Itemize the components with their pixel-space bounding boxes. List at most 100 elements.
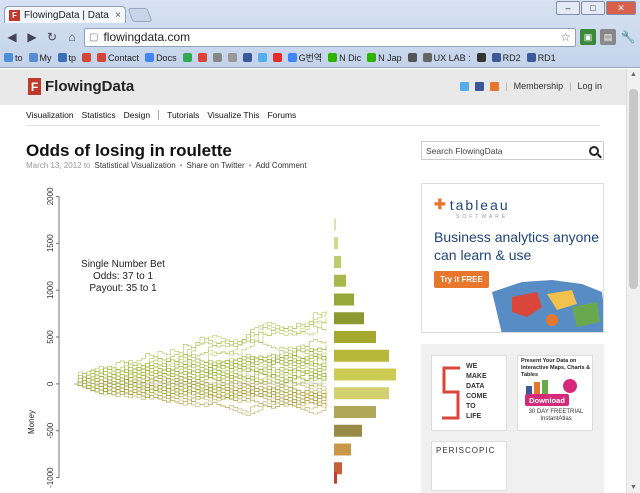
toolbar: ◀ ▶ ↻ ⌂ ▢ flowingdata.com ☆ ▣ ▤ 🔧 (0, 26, 640, 48)
nav-item-statistics[interactable]: Statistics (82, 110, 116, 120)
histogram-bar (334, 424, 362, 437)
roulette-chart: -1000 -500 0 500 1000 1500 2000 Single Number … (27, 187, 396, 488)
histogram-bar (334, 368, 396, 381)
extension-icon[interactable]: ▣ (580, 29, 596, 45)
ad-text: Present Your Data on Interactive Maps, C… (521, 358, 591, 378)
forward-arrow-icon[interactable]: ▶ (24, 29, 40, 45)
y-tick-label: 500 (46, 330, 55, 344)
close-window-button[interactable]: ✕ (606, 1, 636, 15)
facebook-icon[interactable] (475, 81, 485, 91)
nav-item-forums[interactable]: Forums (267, 110, 296, 120)
reload-icon[interactable]: ↻ (44, 29, 60, 45)
bookmark-icon (272, 53, 282, 62)
tableau-ad[interactable]: ✚ tableau SOFTWARE Business analytics an… (421, 183, 604, 333)
bookmark-label: N Dic (339, 52, 362, 63)
ad-grid: WE MAKE DATA COME TO LIFE Present Your Data o… (421, 344, 604, 493)
search-icon[interactable] (589, 145, 599, 156)
ad-word: TO (466, 403, 476, 410)
nav-item-tutorials[interactable]: Tutorials (167, 110, 199, 120)
histogram-bar (334, 312, 364, 325)
scroll-thumb[interactable] (629, 89, 638, 289)
header-links: | Membership | Log in (460, 81, 602, 91)
ad-periscopic[interactable]: PERISCOPIC (431, 441, 507, 491)
bookmark-label: Contact (108, 52, 140, 63)
login-link[interactable]: Log in (577, 81, 602, 91)
bookmark-icon (4, 53, 13, 62)
web-page: F FlowingData | Membership | Log in Visu… (0, 69, 626, 493)
world-map-icon (492, 280, 603, 332)
ad-make-data[interactable]: WE MAKE DATA COME TO LIFE (431, 355, 507, 431)
rss-icon[interactable] (490, 81, 500, 91)
membership-link[interactable]: Membership (514, 81, 564, 91)
bookmark-item[interactable] (476, 53, 486, 62)
periscopic-brand: PERISCOPIC (436, 446, 496, 455)
bookmark-icon (182, 53, 192, 62)
bookmark-item[interactable]: Contact (97, 53, 139, 63)
tableau-plus-icon: ✚ (434, 196, 446, 212)
bookmark-item[interactable] (212, 53, 222, 62)
twitter-icon[interactable] (460, 81, 470, 91)
bookmark-item[interactable]: G번역 (287, 51, 322, 64)
post-date: March 13, 2012 to (26, 161, 91, 170)
bookmark-item[interactable] (197, 53, 207, 62)
histogram-bar (334, 331, 376, 343)
bookmark-item[interactable]: N Dic (328, 53, 361, 63)
bookmark-item[interactable]: N Jap (367, 53, 402, 63)
bookmark-icon (242, 53, 252, 62)
bookmark-item[interactable]: to (4, 53, 23, 63)
wrench-icon[interactable]: 🔧 (620, 29, 636, 45)
scroll-down-icon[interactable]: ▼ (630, 484, 637, 491)
browser-tab[interactable]: F FlowingData | Data Visualiz × (4, 6, 126, 23)
page-icon: ▢ (89, 31, 99, 43)
vertical-scrollbar[interactable]: ▲ ▼ (626, 69, 640, 493)
bookmark-item[interactable] (272, 53, 282, 62)
bookmark-item[interactable]: UX LAB : (422, 53, 471, 63)
bookmark-item[interactable]: My (28, 53, 52, 63)
download-button[interactable]: Download (525, 394, 569, 406)
nav-item-visualize-this[interactable]: Visualize This (207, 110, 259, 120)
new-tab-button[interactable] (127, 8, 153, 22)
bookmark-item[interactable]: RD2 (491, 53, 521, 63)
scroll-up-icon[interactable]: ▲ (630, 71, 637, 78)
home-icon[interactable]: ⌂ (64, 29, 80, 45)
nav-item-design[interactable]: Design (124, 110, 150, 120)
bookmark-item[interactable] (227, 53, 237, 62)
post-category-link[interactable]: Statistical Visualization (94, 161, 175, 170)
add-comment-link[interactable]: Add Comment (255, 161, 306, 170)
address-bar[interactable]: ▢ flowingdata.com ☆ (84, 27, 576, 47)
maximize-button[interactable]: □ (581, 1, 605, 15)
post-meta: March 13, 2012 to Statistical Visualizat… (26, 161, 307, 170)
bookmark-item[interactable]: RD1 (526, 53, 556, 63)
ad-word: WE (466, 363, 478, 370)
meta-bullet: • (179, 161, 183, 170)
y-tick-label: -1000 (46, 467, 55, 488)
nav-underline (26, 125, 600, 126)
site-logo[interactable]: F FlowingData (28, 78, 134, 95)
bookmark-item[interactable] (182, 53, 192, 62)
bookmark-icon (97, 53, 107, 62)
separator: | (569, 81, 572, 91)
nav-item-visualization[interactable]: Visualization (26, 110, 74, 120)
bookmark-star-icon[interactable]: ☆ (560, 30, 571, 44)
bookmark-item[interactable]: tp (57, 53, 76, 63)
bookmark-item[interactable] (407, 53, 417, 62)
y-tick-label: 1500 (46, 234, 55, 252)
tableau-wordmark: tableau (449, 196, 510, 213)
share-twitter-link[interactable]: Share on Twitter (187, 161, 245, 170)
bookmark-item[interactable] (242, 53, 252, 62)
tab-close-icon[interactable]: × (115, 10, 121, 21)
back-arrow-icon[interactable]: ◀ (4, 29, 20, 45)
try-free-button[interactable]: Try it FREE (434, 271, 489, 288)
y-tick-label: 2000 (46, 187, 55, 205)
search-box[interactable]: Search FlowingData (421, 141, 604, 160)
minimize-button[interactable]: – (556, 1, 580, 15)
post-title[interactable]: Odds of losing in roulette (26, 141, 232, 161)
ad-instantatlas[interactable]: Present Your Data on Interactive Maps, C… (517, 355, 593, 431)
bookmark-item[interactable] (82, 53, 92, 62)
extension-icon[interactable]: ▤ (600, 29, 616, 45)
bookmark-item[interactable]: Docs (145, 53, 177, 63)
search-input[interactable]: Search FlowingData (426, 146, 589, 156)
ad-word: LIFE (466, 413, 482, 420)
bookmark-item[interactable] (257, 53, 267, 62)
bookmark-icon (491, 53, 501, 62)
